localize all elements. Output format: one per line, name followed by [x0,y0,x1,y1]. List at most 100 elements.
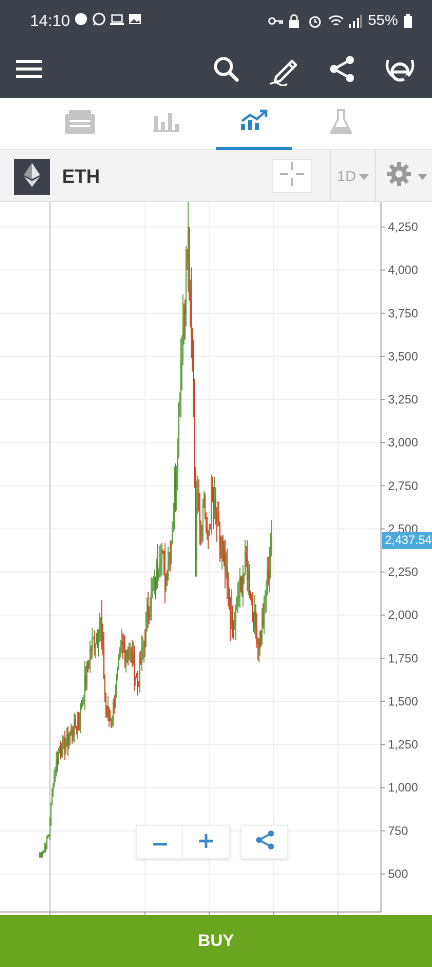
y-tick-label: 4,250 [388,220,418,234]
price-chart[interactable]: 4,2504,0003,7503,5003,2503,0002,7502,500… [0,202,432,915]
candle-body [70,729,72,735]
gallery-icon [128,12,142,26]
laptop-icon [110,12,124,26]
candle-body [109,718,111,721]
tab-research[interactable] [303,98,379,150]
share-chart-button[interactable] [241,825,288,859]
candle-body [170,542,172,560]
candle-body [214,498,216,510]
y-axis: 4,2504,0003,7503,5003,2503,0002,7502,500… [380,202,418,912]
candle-body [40,853,41,856]
candle-body [87,662,89,666]
candle-body [133,652,135,681]
tab-news[interactable] [42,98,118,150]
candle-body [152,587,154,590]
candle-body [218,512,220,525]
ethereum-icon [24,162,40,192]
etoro-logo-button[interactable] [381,52,419,90]
candle-body [56,760,58,764]
y-tick-label: 3,500 [388,349,418,363]
candle-body [138,685,140,687]
share-button[interactable] [323,52,361,90]
candle-body [82,700,84,707]
menu-button[interactable] [10,52,48,90]
edit-button[interactable] [265,52,303,90]
candle-body [148,613,150,618]
y-tick-label: 1,750 [388,651,418,665]
candle-body [106,710,108,714]
candle-body [225,565,227,571]
zoom-in-button[interactable] [183,826,229,860]
zoom-out-button[interactable] [137,826,184,860]
candle-body [159,564,161,574]
candle-body [112,702,114,720]
candle-body [128,655,130,659]
news-icon [64,109,96,140]
search-button[interactable] [207,52,245,90]
candle-body [117,668,118,679]
app-bar [0,44,432,98]
candle-body [100,617,102,628]
candle-body [203,496,205,503]
candle-body [141,647,143,665]
candle-body [227,585,229,589]
candle-body [129,650,131,656]
candle-body [245,552,247,559]
candle-body [244,552,246,574]
candle-body [178,402,180,456]
candle-body [261,619,263,638]
tab-stats[interactable] [128,98,204,150]
candlestick-series [38,202,273,858]
candle-body [150,591,152,611]
candle-body [235,608,237,627]
candle-body [130,650,132,652]
instrument-bar: ETH 1D [0,150,432,202]
signal-icon [348,14,362,28]
candle-body [43,850,45,854]
candle-body [113,702,115,708]
crosshair-button[interactable] [272,159,312,193]
candle-body [91,638,93,651]
candle-body [189,290,191,300]
candle-body [64,737,66,752]
candle-body [52,785,54,791]
candle-body [115,678,117,697]
candle-body [140,659,142,665]
candle-body [164,560,166,592]
candle-body [50,802,52,823]
candle-body [168,552,170,567]
candle-body [79,722,81,726]
instrument-symbol[interactable]: ETH [62,167,100,189]
candle-body [61,752,63,755]
candle-body [254,611,256,629]
candle-body [80,704,82,723]
candle-body [125,653,127,661]
candle-body [177,455,179,474]
candle-body [139,659,141,687]
minus-icon [152,834,167,852]
tab-chart[interactable] [216,98,292,150]
plus-icon [199,833,213,853]
candle-body [127,653,129,659]
chart-settings-button[interactable] [386,161,430,192]
candle-body [223,554,225,556]
candle-body [191,334,193,362]
y-tick-label: 1,250 [388,738,418,752]
candle-body [49,822,51,835]
candle-body [186,257,188,260]
candle-body [268,565,270,581]
candle-body [209,527,211,529]
candle-body [126,653,128,655]
wifi-icon [328,14,344,28]
candle-body [262,619,264,626]
etoro-logo-icon [383,52,417,91]
timeframe-select[interactable]: 1D [330,150,376,202]
candle-body [239,577,241,596]
buy-button[interactable]: BUY [0,915,432,967]
candle-body [237,597,239,599]
candle-body [160,558,162,565]
chevron-down-icon [418,167,427,185]
candle-body [55,760,57,773]
gear-icon [386,161,412,192]
candle-body [184,309,186,314]
